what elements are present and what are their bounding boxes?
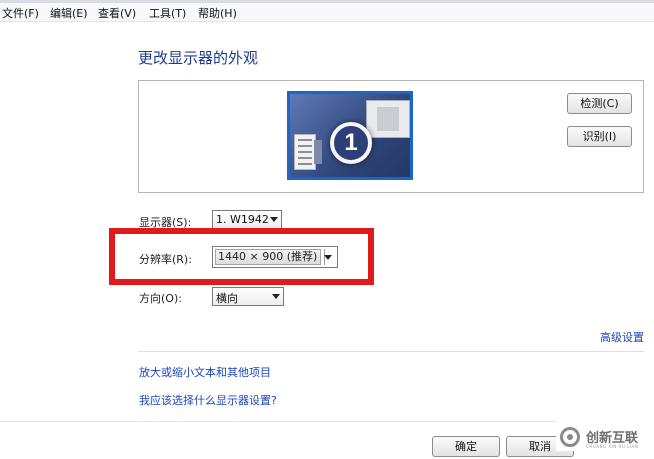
monitor-preview-panel: 1 检测(C) 识别(I): [138, 80, 644, 193]
orientation-select[interactable]: 横向: [212, 287, 284, 306]
orientation-value: 横向: [216, 292, 238, 305]
menu-edit[interactable]: 编辑(E): [50, 5, 88, 21]
chuangxin-logo-icon: [560, 427, 580, 447]
menu-help[interactable]: 帮助(H): [198, 5, 237, 21]
advanced-settings-link[interactable]: 高级设置: [600, 329, 644, 345]
section-divider: [138, 351, 644, 352]
document-thumbnail-icon: [294, 134, 316, 170]
chevron-down-icon: [270, 217, 278, 222]
window-thumbnail-icon: [366, 100, 410, 138]
text-size-link[interactable]: 放大或缩小文本和其他项目: [139, 364, 271, 380]
monitor-preview-icon[interactable]: 1: [287, 91, 413, 180]
menu-tools[interactable]: 工具(T): [149, 5, 186, 21]
orientation-label: 方向(O):: [139, 292, 182, 305]
monitor-number-badge: 1: [330, 122, 372, 164]
menu-view[interactable]: 查看(V): [98, 5, 136, 21]
menu-file[interactable]: 文件(F): [2, 5, 39, 21]
ok-button[interactable]: 确定: [432, 436, 500, 457]
display-select[interactable]: 1. W1942: [212, 210, 282, 229]
identify-button[interactable]: 识别(I): [567, 126, 632, 147]
menu-bar: 文件(F) 编辑(E) 查看(V) 工具(T) 帮助(H): [0, 0, 654, 22]
chevron-down-icon: [272, 294, 280, 299]
resolution-highlight-box: [109, 228, 374, 285]
display-value: 1. W1942: [216, 213, 269, 226]
page-title: 更改显示器的外观: [138, 49, 259, 67]
watermark: 创新互联 CHUANG XIN HU LIAN: [556, 421, 654, 451]
tower-thumbnail-icon: [314, 140, 322, 164]
window-top-edge: [0, 0, 654, 3]
watermark-subtext: CHUANG XIN HU LIAN: [586, 444, 639, 449]
display-help-link[interactable]: 我应该选择什么显示器设置?: [139, 392, 277, 408]
detect-button[interactable]: 检测(C): [567, 93, 632, 114]
